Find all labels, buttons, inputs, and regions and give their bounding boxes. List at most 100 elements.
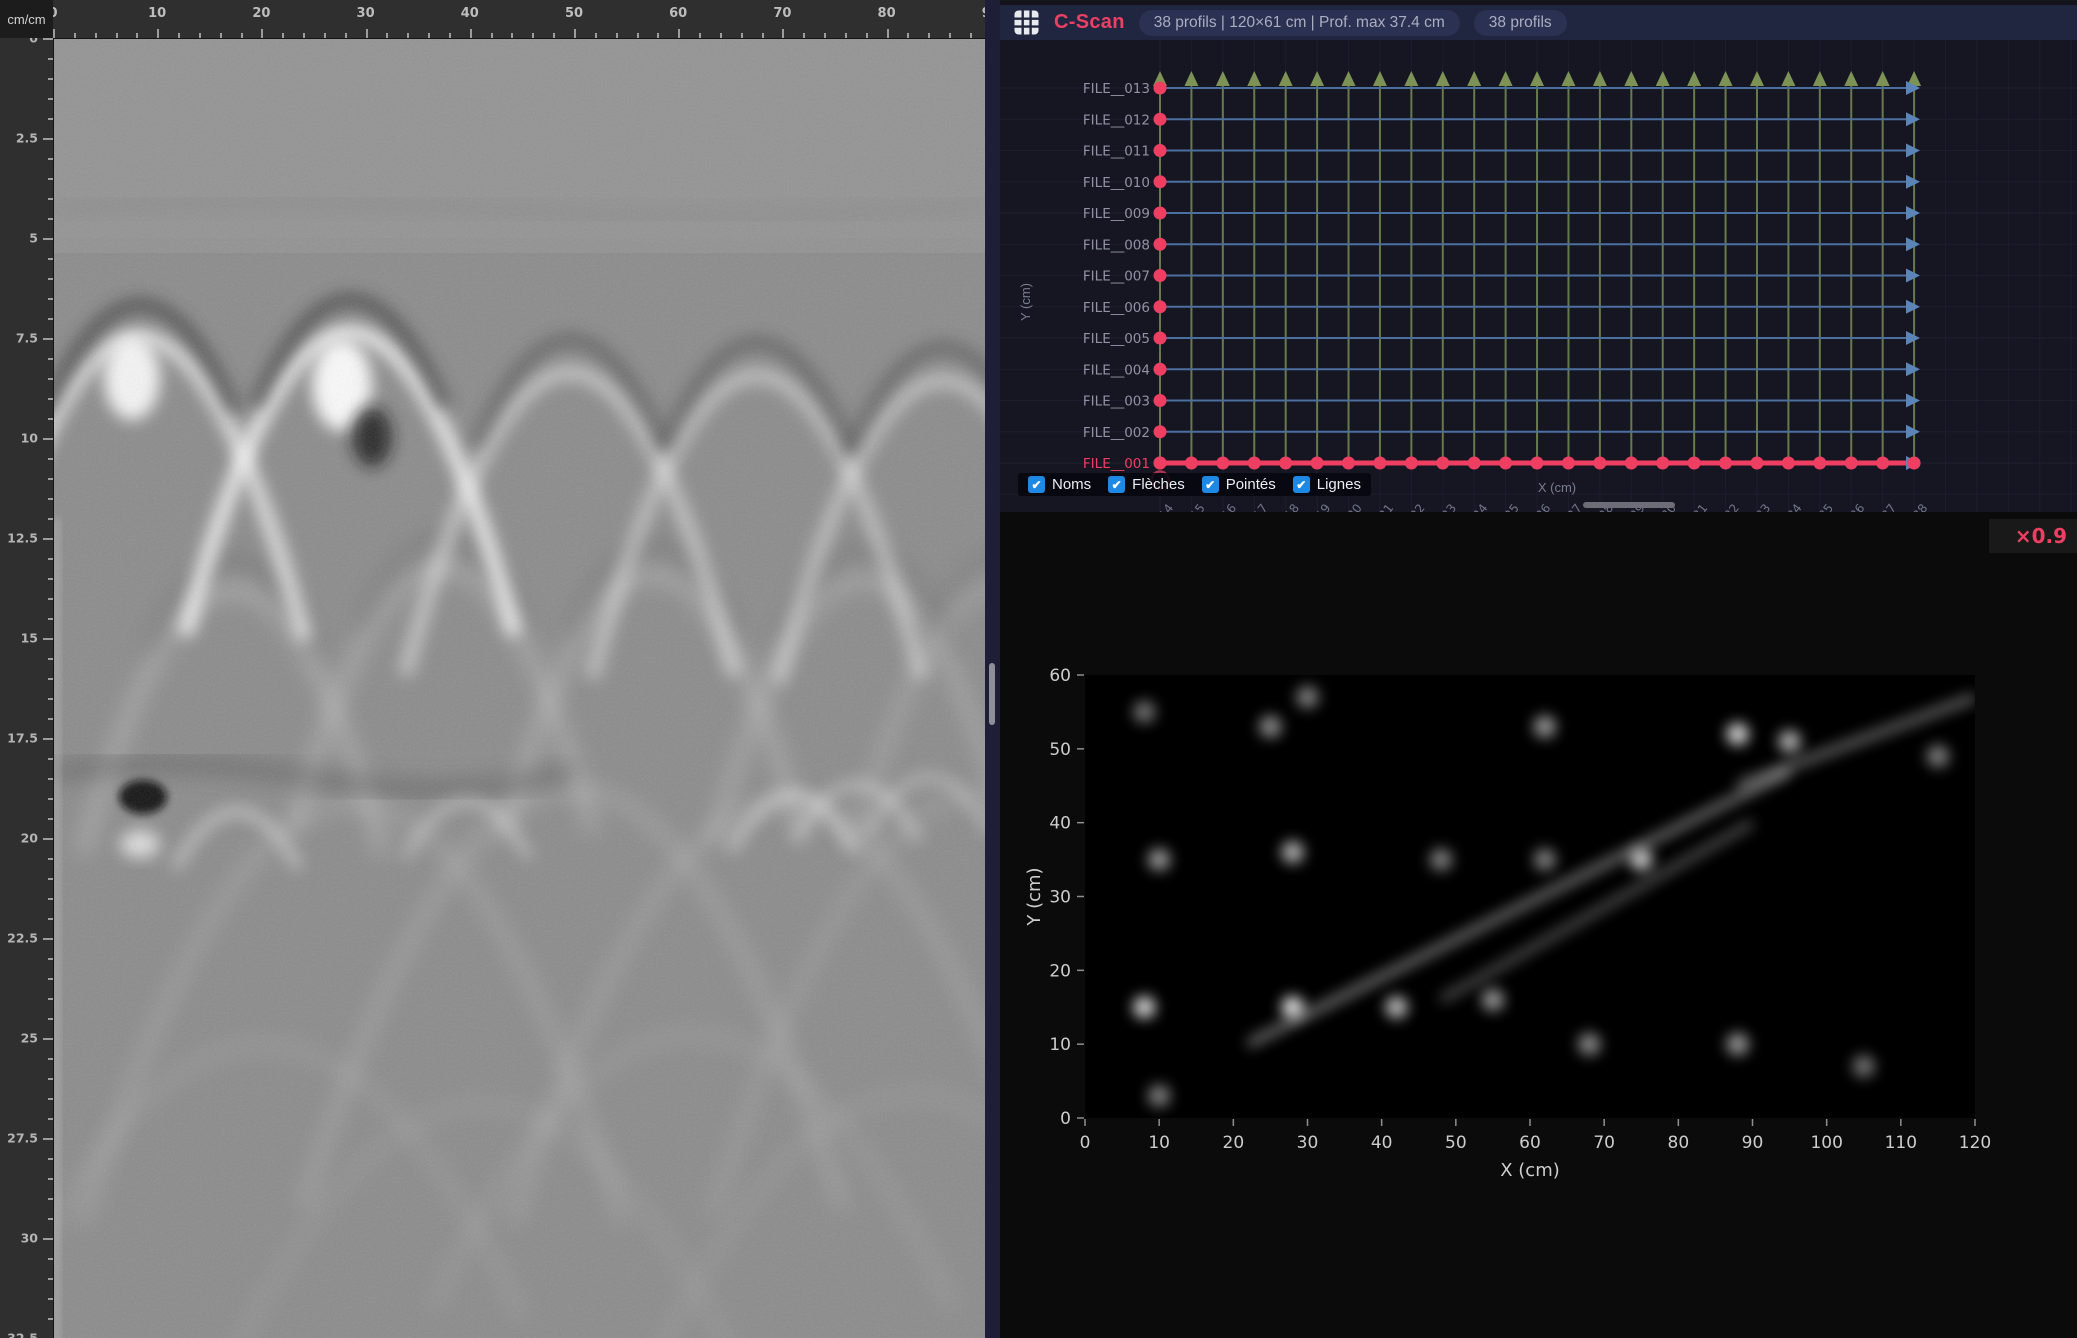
side-ruler-tick <box>48 858 53 860</box>
radargram-image[interactable] <box>53 38 985 1338</box>
up-arrow-icon <box>1624 71 1638 86</box>
top-ruler-tick <box>595 33 597 38</box>
side-ruler-tick <box>48 1058 53 1060</box>
side-ruler-tick <box>48 518 53 520</box>
top-ruler-label: 40 <box>461 6 479 21</box>
horizontal-scrollbar-thumb[interactable] <box>1583 502 1675 508</box>
side-ruler-label: 7.5 <box>16 331 38 346</box>
vertical-scrollbar-track[interactable] <box>985 0 1000 1338</box>
top-ruler-label: 50 <box>565 6 583 21</box>
side-ruler-tick <box>43 638 53 640</box>
cscan-map-plot[interactable]: 0102030405060708090100110120010203040506… <box>1000 512 2077 1338</box>
up-arrow-icon <box>1373 71 1387 86</box>
checkbox-noms[interactable]: ✔Noms <box>1028 476 1091 493</box>
top-ruler-tick <box>616 33 618 38</box>
side-ruler-tick <box>48 378 53 380</box>
top-ruler-tick <box>74 33 76 38</box>
row-file-label[interactable]: FILE__001 <box>1083 456 1150 472</box>
row-file-label[interactable]: FILE__011 <box>1083 144 1150 160</box>
checkbox-fleches[interactable]: ✔ Flèches <box>1108 476 1185 493</box>
top-ruler-tick <box>220 33 222 38</box>
profile-start-point <box>1908 457 1921 470</box>
top-ruler-tick <box>699 33 701 38</box>
top-ruler-tick <box>491 33 493 38</box>
side-ruler-tick <box>48 118 53 120</box>
checkbox-icon[interactable]: ✔ <box>1108 476 1125 493</box>
side-ruler-tick <box>48 278 53 280</box>
profile-start-point <box>1248 457 1261 470</box>
top-ruler-tick <box>511 33 513 38</box>
row-file-label[interactable]: FILE__007 <box>1083 269 1150 285</box>
vertical-scrollbar-thumb[interactable] <box>989 663 995 725</box>
checkbox-icon[interactable]: ✔ <box>1202 476 1219 493</box>
x-tick-label: 10 <box>1148 1133 1170 1153</box>
side-ruler-tick <box>48 1078 53 1080</box>
side-ruler-tick <box>48 158 53 160</box>
y-tick-label: 50 <box>1049 740 1071 760</box>
cscan-header: C-Scan 38 profils | 120×61 cm | Prof. ma… <box>1000 0 2077 40</box>
row-file-label[interactable]: FILE__012 <box>1083 112 1150 128</box>
profile-start-point <box>1154 207 1167 220</box>
up-arrow-icon <box>1310 71 1324 86</box>
row-file-label[interactable]: FILE__004 <box>1083 362 1150 378</box>
row-file-label[interactable]: FILE__003 <box>1083 394 1150 410</box>
radargram-panel: 0102030405060708090 02.557.51012.51517.5… <box>0 0 1000 1338</box>
profile-start-point <box>1279 457 1292 470</box>
side-ruler-tick <box>43 738 53 740</box>
ruler-unit-label: cm/cm <box>7 12 45 27</box>
x-tick-label: 40 <box>1371 1133 1393 1153</box>
profile-start-point <box>1499 457 1512 470</box>
row-file-label[interactable]: FILE__008 <box>1083 237 1150 253</box>
column-file-label[interactable]: FILE__014 <box>1129 501 1177 512</box>
up-arrow-icon <box>1561 71 1575 86</box>
checkbox-label: Flèches <box>1132 476 1185 493</box>
top-ruler-tick <box>470 29 472 38</box>
checkbox-label: Pointés <box>1226 476 1276 493</box>
cscan-intensity-image[interactable] <box>1085 675 1975 1118</box>
row-file-label[interactable]: FILE__009 <box>1083 206 1150 222</box>
top-ruler-tick <box>845 33 847 38</box>
side-ruler-label: 5 <box>29 231 38 246</box>
right-arrow-icon <box>1906 362 1920 376</box>
row-file-label[interactable]: FILE__005 <box>1083 331 1150 347</box>
grid-y-axis-label: Y (cm) <box>1018 283 1033 321</box>
top-ruler-tick <box>741 33 743 38</box>
side-ruler-tick <box>48 178 53 180</box>
up-arrow-icon <box>1436 71 1450 86</box>
right-arrow-icon <box>1906 237 1920 251</box>
top-ruler: 0102030405060708090 <box>0 0 1000 39</box>
checkbox-pointes[interactable]: ✔ Pointés <box>1202 476 1276 493</box>
radargram-canvas[interactable] <box>53 38 985 1338</box>
right-arrow-icon <box>1906 331 1920 345</box>
side-ruler-tick <box>48 918 53 920</box>
top-ruler-tick <box>407 33 409 38</box>
profile-start-point <box>1656 457 1669 470</box>
top-ruler-tick <box>282 33 284 38</box>
survey-grid-plot[interactable]: FILE__001 FILE__002 FILE__003 FILE__004 FILE… <box>1000 40 2077 512</box>
row-file-label[interactable]: FILE__006 <box>1083 300 1150 316</box>
top-ruler-label: 80 <box>878 6 896 21</box>
row-file-label[interactable]: FILE__013 <box>1083 81 1150 97</box>
side-ruler-tick <box>48 618 53 620</box>
ruler-unit-box: cm/cm <box>0 0 53 38</box>
profile-start-point <box>1154 457 1167 470</box>
checkbox-lignes[interactable]: ✔Lignes <box>1293 476 1361 493</box>
checkbox-icon[interactable]: ✔ <box>1028 476 1045 493</box>
checkbox-icon[interactable]: ✔ <box>1293 476 1310 493</box>
side-ruler-tick <box>48 1098 53 1100</box>
side-ruler-label: 12.5 <box>7 531 38 546</box>
profile-start-point <box>1845 457 1858 470</box>
top-ruler-tick <box>824 33 826 38</box>
x-tick-label: 70 <box>1593 1133 1615 1153</box>
side-ruler-tick <box>43 538 53 540</box>
top-ruler-tick <box>199 33 201 38</box>
cscan-section: C-Scan 38 profils | 120×61 cm | Prof. ma… <box>1000 0 2077 1338</box>
row-file-label[interactable]: FILE__010 <box>1083 175 1150 191</box>
profile-start-point <box>1154 363 1167 376</box>
row-file-label[interactable]: FILE__002 <box>1083 425 1150 441</box>
side-ruler-tick <box>48 258 53 260</box>
top-ruler-tick <box>157 29 159 38</box>
up-arrow-icon <box>1247 71 1261 86</box>
profile-start-point <box>1405 457 1418 470</box>
profile-start-point <box>1531 457 1544 470</box>
